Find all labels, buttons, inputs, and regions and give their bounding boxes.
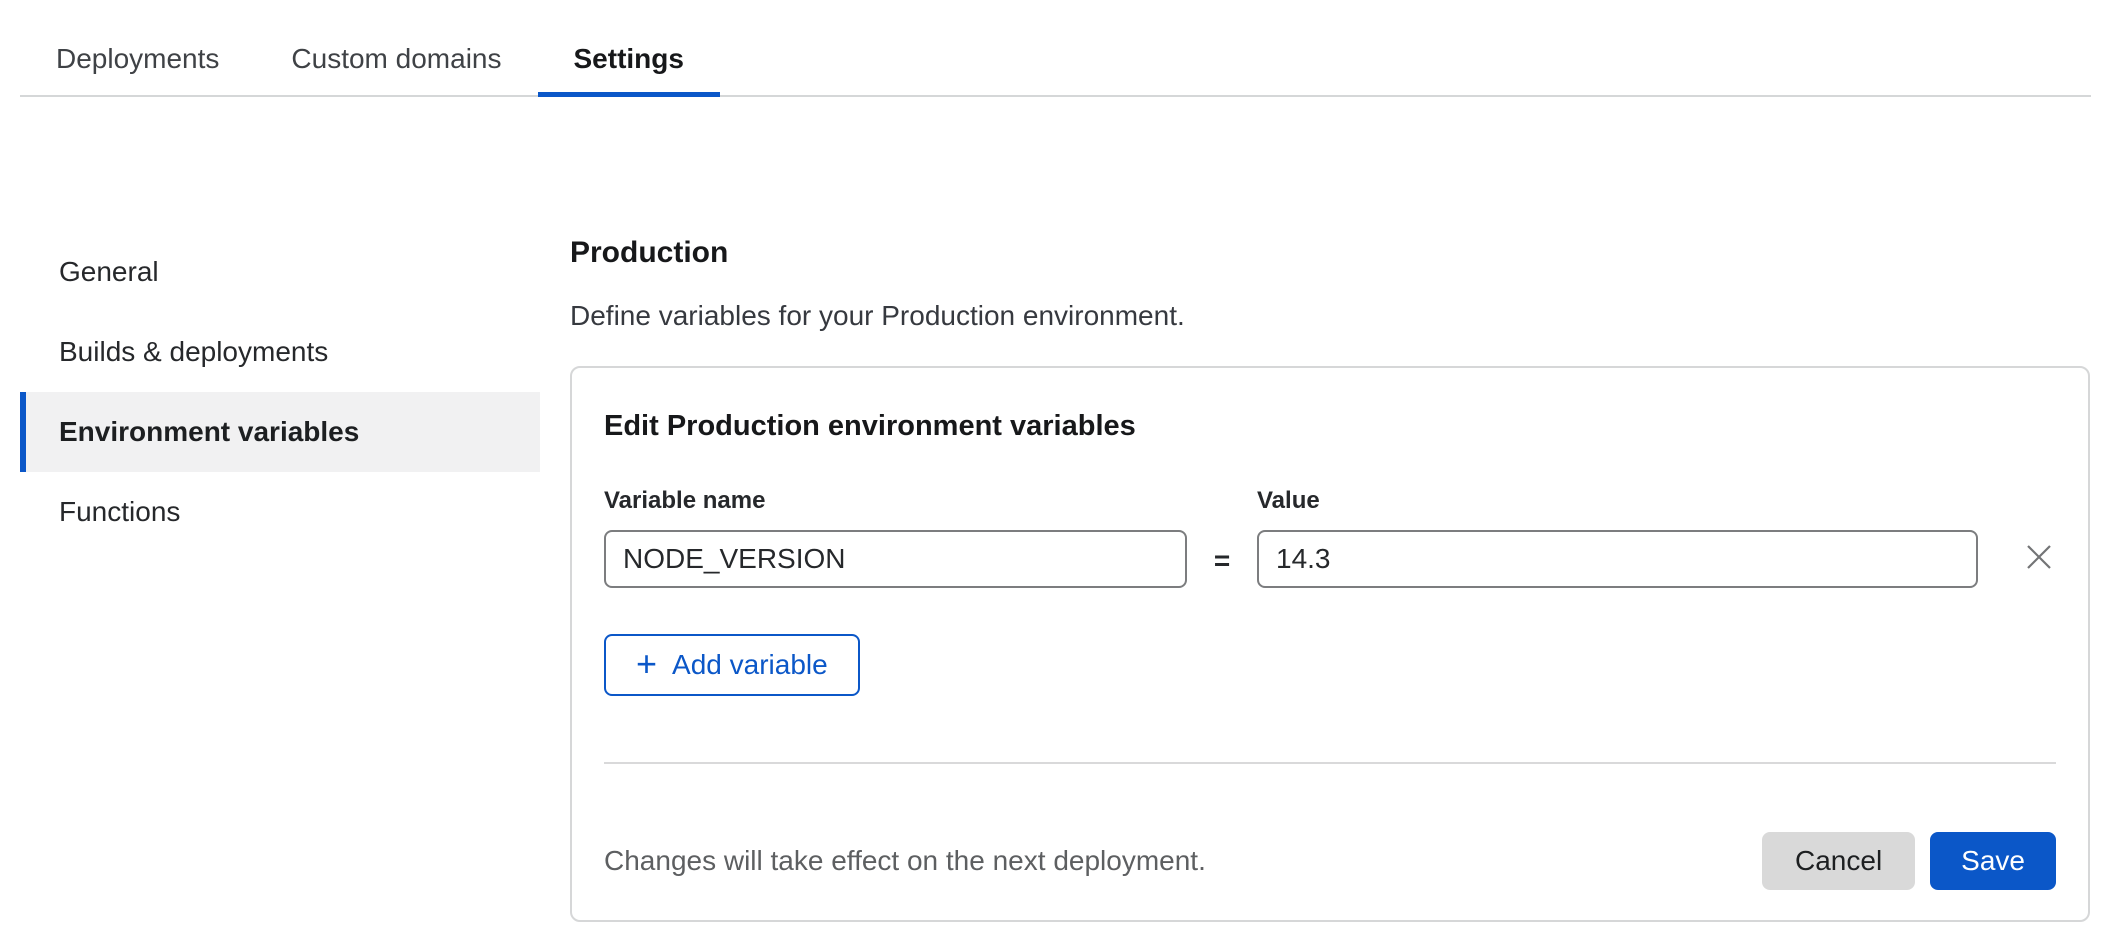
- tab-settings[interactable]: Settings: [538, 0, 720, 95]
- footer-note: Changes will take effect on the next dep…: [604, 845, 1206, 877]
- variable-row: Variable name = Value: [604, 487, 2056, 588]
- sidebar-item-label: General: [59, 256, 159, 288]
- card-title: Edit Production environment variables: [604, 410, 2056, 443]
- sidebar-item-builds-deployments[interactable]: Builds & deployments: [20, 312, 540, 392]
- tab-bar: Deployments Custom domains Settings: [20, 0, 2091, 97]
- section-subtitle: Define variables for your Production env…: [570, 300, 2090, 332]
- settings-content: General Builds & deployments Environment…: [0, 232, 2121, 922]
- variable-name-input[interactable]: [604, 530, 1187, 588]
- sidebar-item-environment-variables[interactable]: Environment variables: [20, 392, 540, 472]
- cancel-button[interactable]: Cancel: [1762, 832, 1915, 890]
- close-icon: [2024, 542, 2054, 572]
- save-button[interactable]: Save: [1930, 832, 2056, 890]
- sidebar-item-general[interactable]: General: [20, 232, 540, 312]
- settings-sidebar: General Builds & deployments Environment…: [20, 232, 540, 552]
- active-tab-underline: [538, 92, 720, 97]
- sidebar-item-label: Builds & deployments: [59, 336, 328, 368]
- add-variable-button[interactable]: + Add variable: [604, 634, 860, 696]
- sidebar-item-label: Functions: [59, 496, 180, 528]
- variable-name-group: Variable name: [604, 487, 1187, 588]
- tab-deployments[interactable]: Deployments: [20, 0, 255, 95]
- edit-variables-card: Edit Production environment variables Va…: [570, 366, 2090, 922]
- variable-value-input[interactable]: [1257, 530, 1978, 588]
- section-title: Production: [570, 236, 2090, 270]
- card-footer: Changes will take effect on the next dep…: [604, 832, 2056, 890]
- add-variable-label: Add variable: [672, 649, 828, 681]
- tab-custom-domains[interactable]: Custom domains: [255, 0, 537, 95]
- environment-variables-panel: Production Define variables for your Pro…: [570, 232, 2090, 922]
- tab-label: Custom domains: [291, 43, 501, 75]
- variable-name-label: Variable name: [604, 487, 1187, 515]
- plus-icon: +: [636, 646, 657, 682]
- tab-label: Deployments: [56, 43, 219, 75]
- tab-label: Settings: [574, 43, 684, 75]
- remove-variable-button[interactable]: [2022, 540, 2056, 574]
- variable-value-label: Value: [1257, 487, 1978, 515]
- sidebar-item-functions[interactable]: Functions: [20, 472, 540, 552]
- card-divider: [604, 762, 2056, 764]
- sidebar-item-label: Environment variables: [59, 416, 359, 448]
- equals-sign: =: [1187, 547, 1257, 575]
- footer-actions: Cancel Save: [1762, 832, 2056, 890]
- variable-value-group: Value: [1257, 487, 1978, 588]
